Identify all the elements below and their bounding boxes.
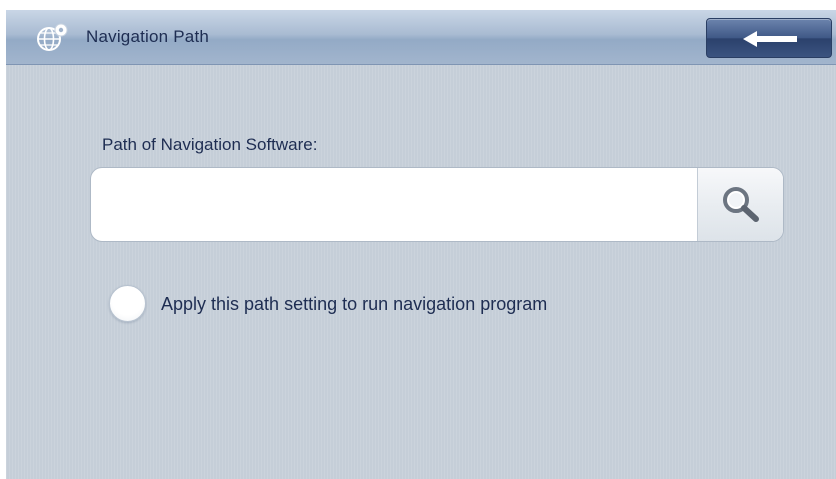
- title-bar: Navigation Path: [6, 10, 836, 65]
- navigation-path-input[interactable]: [91, 168, 697, 241]
- path-field-label: Path of Navigation Software:: [102, 135, 318, 154]
- navigation-path-screen: Navigation Path Path of Navigation Softw…: [6, 10, 836, 479]
- globe-icon: [36, 22, 70, 52]
- back-button[interactable]: [706, 18, 832, 58]
- page-title: Navigation Path: [86, 27, 210, 46]
- path-input-container: [90, 167, 784, 242]
- apply-path-label[interactable]: Apply this path setting to run navigatio…: [161, 294, 547, 315]
- apply-path-radio[interactable]: [109, 285, 146, 322]
- browse-button[interactable]: [697, 168, 783, 241]
